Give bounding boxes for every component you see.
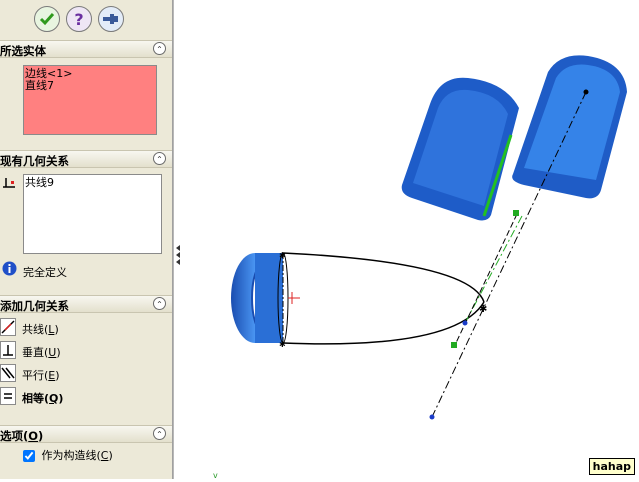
existing-relations-group: 现有几何关系 ⌃ 共线9 完全定义 [0,150,172,286]
add-relations-title: 添加几何关系 [0,299,69,313]
collinear-icon [0,318,16,336]
help-icon: ? [74,9,84,29]
sketch-point[interactable] [513,210,519,216]
collapse-arrow-icon[interactable] [176,259,180,265]
equal-icon [0,387,16,405]
relation-label: 垂直(U) [22,346,61,359]
relation-label: 共线(L) [22,323,59,336]
list-item[interactable]: 共线9 [25,177,160,189]
relation-label: 平行(E) [22,369,60,382]
triad-marker-icon: v [213,471,218,479]
collapse-icon[interactable]: ⌃ [153,42,166,55]
construction-checkbox[interactable] [23,450,35,462]
ok-button[interactable] [34,6,60,32]
existing-relations-title: 现有几何关系 [0,154,69,168]
graphics-area[interactable]: ✱ ✱ ✱ v hahap [182,0,639,480]
construction-checkbox-row[interactable]: 作为构造线(C) [23,447,113,463]
add-relations-group: 添加几何关系 ⌃ 共线(L) 垂直(U) 平行(E) 相等(Q) [0,295,172,417]
pushpin-button[interactable] [98,6,124,32]
selected-entities-group: 所选实体 ⌃ 边线<1> 直线7 [0,40,172,144]
list-item[interactable]: 直线7 [25,80,155,92]
selected-entities-title: 所选实体 [0,44,46,58]
selected-entities-list[interactable]: 边线<1> 直线7 [23,65,157,135]
selected-entities-header[interactable]: 所选实体 ⌃ [0,40,172,58]
existing-relations-list[interactable]: 共线9 [23,174,162,254]
construction-label: 作为构造线(C) [41,449,113,462]
parallel-icon [0,364,16,382]
existing-relations-header[interactable]: 现有几何关系 ⌃ [0,150,172,168]
sketch-point[interactable] [451,342,457,348]
sketch-point[interactable] [583,89,589,95]
tab-left-solid[interactable] [401,77,519,221]
endpoint-marker-icon: ✱ [279,340,286,349]
definition-status: 完全定义 [23,266,67,279]
options-header[interactable]: 选项(O) ⌃ [0,425,172,443]
options-group: 选项(O) ⌃ 作为构造线(C) [0,425,172,479]
relation-label: 相等(Q) [22,392,64,405]
help-button[interactable]: ? [66,6,92,32]
sketch-point[interactable] [429,414,435,420]
model-view[interactable]: ✱ ✱ ✱ v [182,0,639,480]
collapse-icon[interactable]: ⌃ [153,152,166,165]
sketch-point[interactable] [462,320,468,326]
property-manager-panel: ? 所选实体 ⌃ 边线<1> 直线7 现有几何关系 ⌃ 共线9 完全定义 添加几… [0,0,173,479]
cylinder-ring[interactable] [231,252,289,344]
collapse-arrow-icon[interactable] [176,245,180,251]
collapse-arrow-icon[interactable] [176,252,180,258]
collapse-icon[interactable]: ⌃ [153,297,166,310]
perpendicular-icon [0,341,16,359]
relation-symbol-icon [3,178,15,188]
endpoint-marker-icon: ✱ [479,304,487,315]
property-manager-toolbar: ? [0,6,172,34]
endpoint-marker-icon: ✱ [279,251,286,260]
checkmark-icon [39,13,55,26]
collapse-icon[interactable]: ⌃ [153,427,166,440]
options-title: 选项(O) [0,429,44,443]
panel-splitter[interactable] [173,0,182,479]
add-relations-header[interactable]: 添加几何关系 ⌃ [0,295,172,313]
watermark: hahap [588,458,635,475]
info-icon [2,261,17,276]
pushpin-icon [103,14,118,24]
